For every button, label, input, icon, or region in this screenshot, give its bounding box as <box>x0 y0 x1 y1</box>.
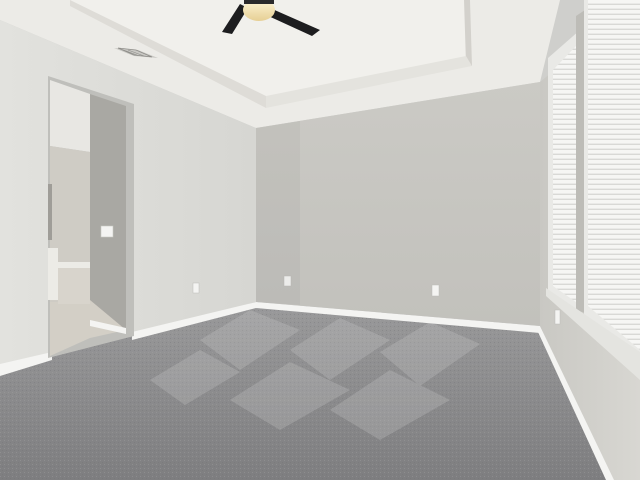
wall-outlet-back-right <box>431 284 440 297</box>
fan-housing <box>244 0 274 4</box>
door-jamb <box>90 94 126 330</box>
wall-outlet-right <box>554 309 561 325</box>
vanity <box>48 248 58 300</box>
bathtub <box>58 264 90 304</box>
doorway-to-bathroom <box>48 76 134 358</box>
bathtub-rim <box>58 262 90 268</box>
blinds-right <box>588 0 640 350</box>
blinds-left <box>553 46 576 302</box>
mirror-edge <box>48 184 52 240</box>
light-switch <box>100 225 114 238</box>
wall-outlet-left <box>192 282 200 294</box>
wall-shadow <box>256 121 300 305</box>
room-photo <box>0 0 640 480</box>
